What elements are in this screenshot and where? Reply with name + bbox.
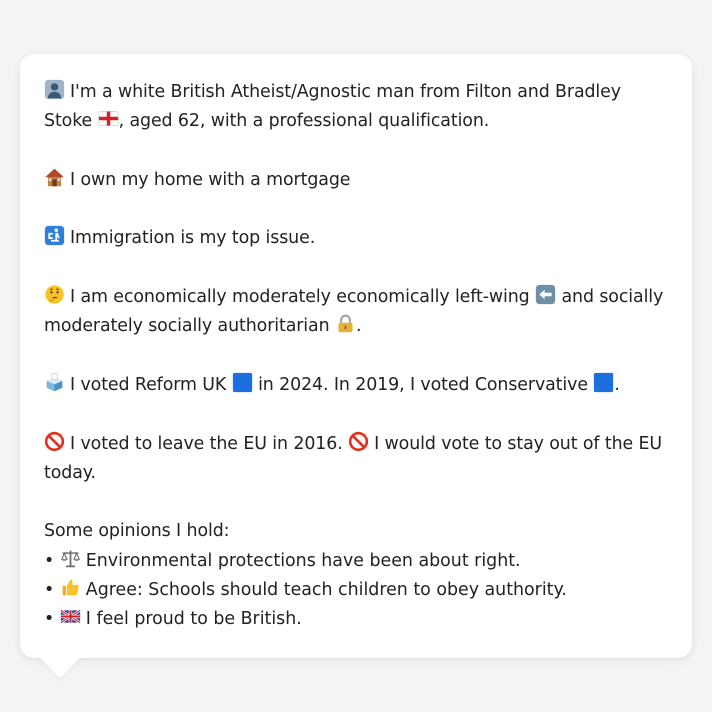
prohibited-icon — [348, 431, 369, 452]
identity-paragraph: I'm a white British Atheist/Agnostic man… — [44, 78, 668, 137]
vote-text: I voted Reform UK — [70, 374, 227, 395]
opinions-heading: Some opinions I hold: — [44, 521, 230, 542]
thumbs-up-icon — [60, 577, 81, 598]
vote-end: . — [614, 374, 620, 395]
economic-paragraph: I am economically moderately economicall… — [44, 283, 668, 342]
vote-mid-text: in 2024. In 2019, I voted Conservative — [258, 374, 588, 395]
ballot-box-icon — [44, 372, 65, 393]
england-flag-icon — [98, 108, 119, 129]
opinion-text: Environmental protections have been abou… — [85, 550, 521, 571]
bullet: • — [44, 550, 55, 571]
bullet: • — [44, 609, 55, 630]
blue-square-icon — [593, 372, 614, 393]
profile-card: I'm a white British Atheist/Agnostic man… — [20, 54, 692, 658]
opinion-text: I feel proud to be British. — [85, 609, 302, 630]
issue-paragraph: Immigration is my top issue. — [44, 224, 668, 253]
speech-bubble-tail — [38, 656, 82, 678]
home-text: I own my home with a mortgage — [70, 169, 351, 190]
lock-icon — [335, 313, 356, 334]
blue-square-icon — [232, 372, 253, 393]
prohibited-icon — [44, 431, 65, 452]
house-icon — [44, 167, 65, 188]
balance-scale-icon — [60, 548, 81, 569]
eu-past-text: I voted to leave the EU in 2016. — [70, 433, 343, 454]
vote-paragraph: I voted Reform UK in 2024. In 2019, I vo… — [44, 371, 668, 400]
opinion-text: Agree: Schools should teach children to … — [85, 580, 567, 601]
issue-text: Immigration is my top issue. — [70, 228, 316, 249]
identity-tail-text: , aged 62, with a professional qualifica… — [118, 111, 490, 132]
list-item: • Environmental protections have been ab… — [44, 547, 668, 576]
uk-flag-icon — [59, 606, 81, 627]
person-silhouette-icon — [44, 79, 65, 100]
bullet: • — [44, 580, 55, 601]
economic-text: I am economically moderately economicall… — [70, 287, 530, 308]
eu-paragraph: I voted to leave the EU in 2016. I would… — [44, 430, 668, 489]
economic-end: . — [355, 316, 362, 337]
list-item: • Agree: Schools should teach children t… — [44, 576, 668, 605]
left-arrow-icon — [535, 284, 556, 305]
home-paragraph: I own my home with a mortgage — [44, 166, 668, 195]
passport-control-icon — [44, 225, 65, 246]
thinking-face-icon — [44, 284, 65, 305]
list-item: • I feel proud to be British. — [44, 605, 668, 634]
